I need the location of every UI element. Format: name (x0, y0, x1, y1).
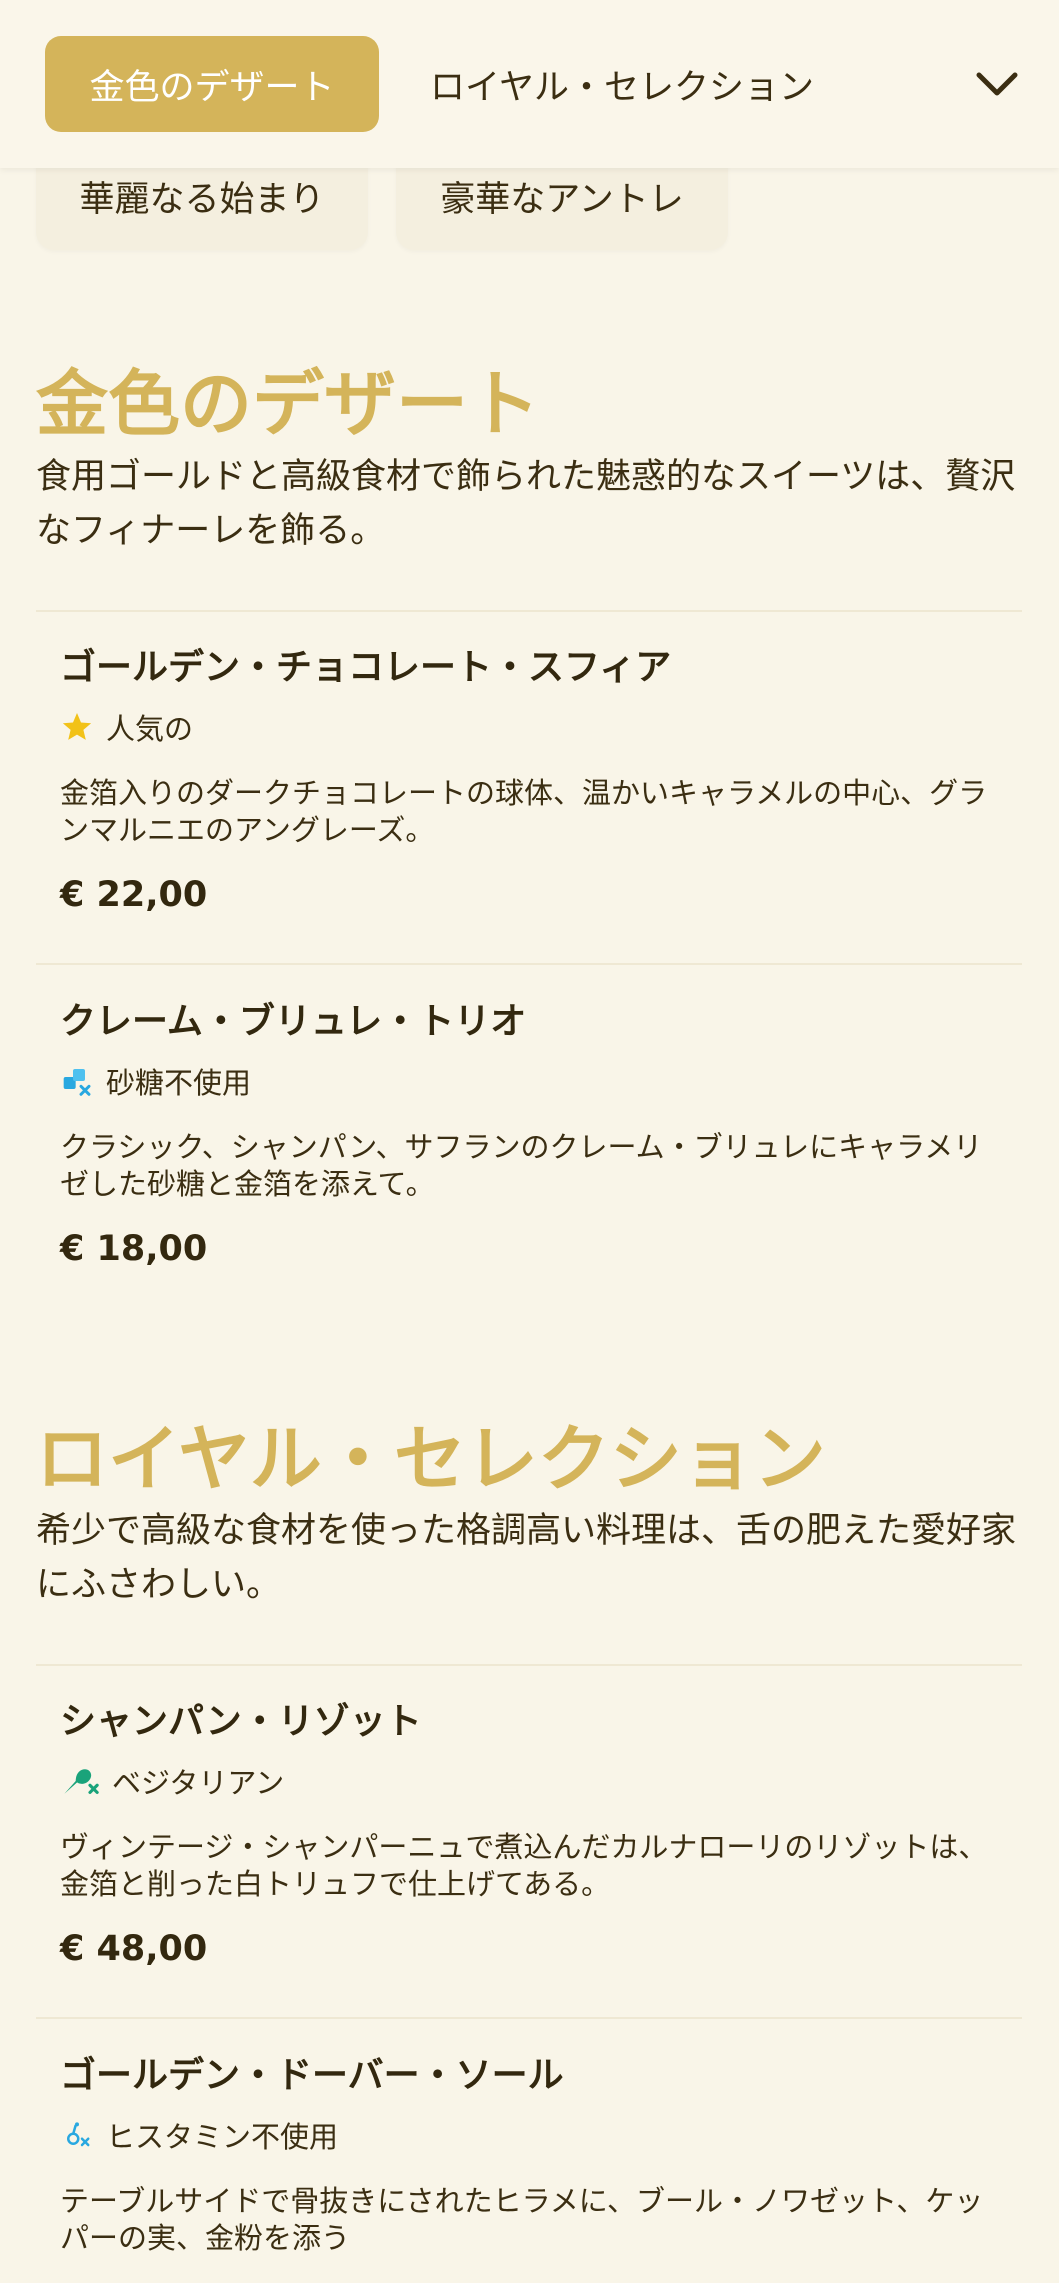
item-price: € 18,00 (60, 1229, 208, 1269)
divider (36, 963, 1022, 965)
menu-item[interactable]: ゴールデン・チョコレート・スフィア 人気の 金箔入りのダークチョコレートの球体、… (60, 643, 1000, 915)
category-dropdown-button[interactable] (965, 52, 1029, 116)
item-description: 金箔入りのダークチョコレートの球体、温かいキャラメルの中心、グランマルニエのアン… (60, 776, 988, 847)
item-name: ゴールデン・チョコレート・スフィア (60, 647, 672, 688)
menu-item[interactable]: ゴールデン・ドーバー・ソール ヒスタミン不使用 テーブルサイドで骨抜きにされたヒ… (60, 2051, 1000, 2283)
divider (36, 610, 1022, 612)
item-name: ゴールデン・ドーバー・ソール (60, 2055, 564, 2096)
item-name: クレーム・ブリュレ・トリオ (60, 1001, 527, 1042)
item-tag: 砂糖不使用 (60, 1061, 1000, 1101)
item-price: € 48,00 (60, 1929, 208, 1969)
item-description: クラシック、シャンパン、サフランのクレーム・ブリュレにキャラメリゼした砂糖と金箔… (60, 1130, 983, 1201)
item-tag-label: ヒスタミン不使用 (106, 2120, 339, 2154)
item-description: テーブルサイドで骨抜きにされたヒラメに、ブール・ノワゼット、ケッパーの実、金粉を… (60, 2184, 984, 2255)
chevron-down-icon (976, 72, 1018, 96)
section-description: 希少で高級な食材を使った格調高い料理は、舌の肥えた愛好家にふさわしい。 (36, 1511, 1017, 1605)
divider (36, 2017, 1022, 2019)
item-tag: 人気の (60, 707, 1000, 747)
item-tag: ヒスタミン不使用 (60, 2115, 1000, 2155)
vegetarian-icon (60, 1764, 100, 1798)
item-price: € 22,00 (60, 875, 208, 915)
sugar-free-icon (60, 1064, 94, 1098)
divider (36, 1664, 1022, 1666)
item-description: ヴィンテージ・シャンパーニュで煮込んだカルナローリのリゾットは、金箔と削った白ト… (60, 1830, 988, 1901)
item-name: シャンパン・リゾット (60, 1701, 422, 1742)
tab-royal-selection[interactable]: ロイヤル・セレクション (430, 36, 814, 132)
tab-golden-desserts[interactable]: 金色のデザート (45, 36, 379, 132)
category-nav-bar: 金色のデザート ロイヤル・セレクション (0, 0, 1059, 168)
item-tag: ベジタリアン (60, 1761, 1000, 1801)
item-tag-label: 人気の (106, 712, 194, 746)
menu-item[interactable]: クレーム・ブリュレ・トリオ 砂糖不使用 クラシック、シャンパン、サフランのクレー… (60, 997, 1000, 1269)
section-title-royal-selection: ロイヤル・セレクション (36, 1417, 826, 1501)
section-description: 食用ゴールドと高級食材で飾られた魅惑的なスイーツは、贅沢なフィナーレを飾る。 (36, 457, 1016, 551)
item-tag-label: 砂糖不使用 (106, 1066, 252, 1100)
histamine-free-icon (60, 2118, 94, 2152)
menu-item[interactable]: シャンパン・リゾット ベジタリアン ヴィンテージ・シャンパーニュで煮込んだカルナ… (60, 1697, 1000, 1969)
item-tag-label: ベジタリアン (112, 1766, 285, 1800)
star-icon (60, 710, 94, 744)
section-title-golden-desserts: 金色のデザート (36, 362, 541, 446)
